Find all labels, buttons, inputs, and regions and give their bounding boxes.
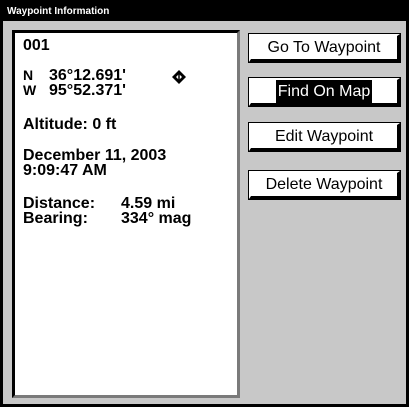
waypoint-diamond-icon (172, 70, 186, 84)
altitude-text: Altitude: 0 ft (23, 116, 117, 133)
edit-waypoint-button[interactable]: Edit Waypoint (248, 122, 401, 152)
find-on-map-button[interactable]: Find On Map (248, 77, 401, 107)
time-text: 9:09:47 AM (23, 162, 107, 179)
waypoint-info-panel: 001 N 36°12.691' W 95°52.371' Altitude: 0 … (12, 30, 240, 398)
go-to-waypoint-label: Go To Waypoint (267, 39, 381, 56)
waypoint-information-window: Waypoint Information 001 N 36°12.691' W 95… (0, 0, 409, 407)
bearing-row: Bearing: 334° mag (23, 210, 191, 227)
longitude-direction: W (23, 82, 37, 98)
longitude-value: 95°52.371' (49, 82, 126, 99)
bearing-label: Bearing: (23, 210, 88, 227)
edit-waypoint-label: Edit Waypoint (274, 128, 374, 145)
waypoint-name: 001 (23, 37, 50, 54)
go-to-waypoint-button[interactable]: Go To Waypoint (248, 33, 401, 63)
bearing-value: 334° mag (121, 210, 192, 227)
delete-waypoint-label: Delete Waypoint (265, 176, 383, 193)
delete-waypoint-button[interactable]: Delete Waypoint (248, 170, 401, 200)
find-on-map-label: Find On Map (275, 80, 373, 103)
window-title: Waypoint Information (3, 3, 406, 21)
longitude-row: W 95°52.371' (23, 82, 126, 99)
